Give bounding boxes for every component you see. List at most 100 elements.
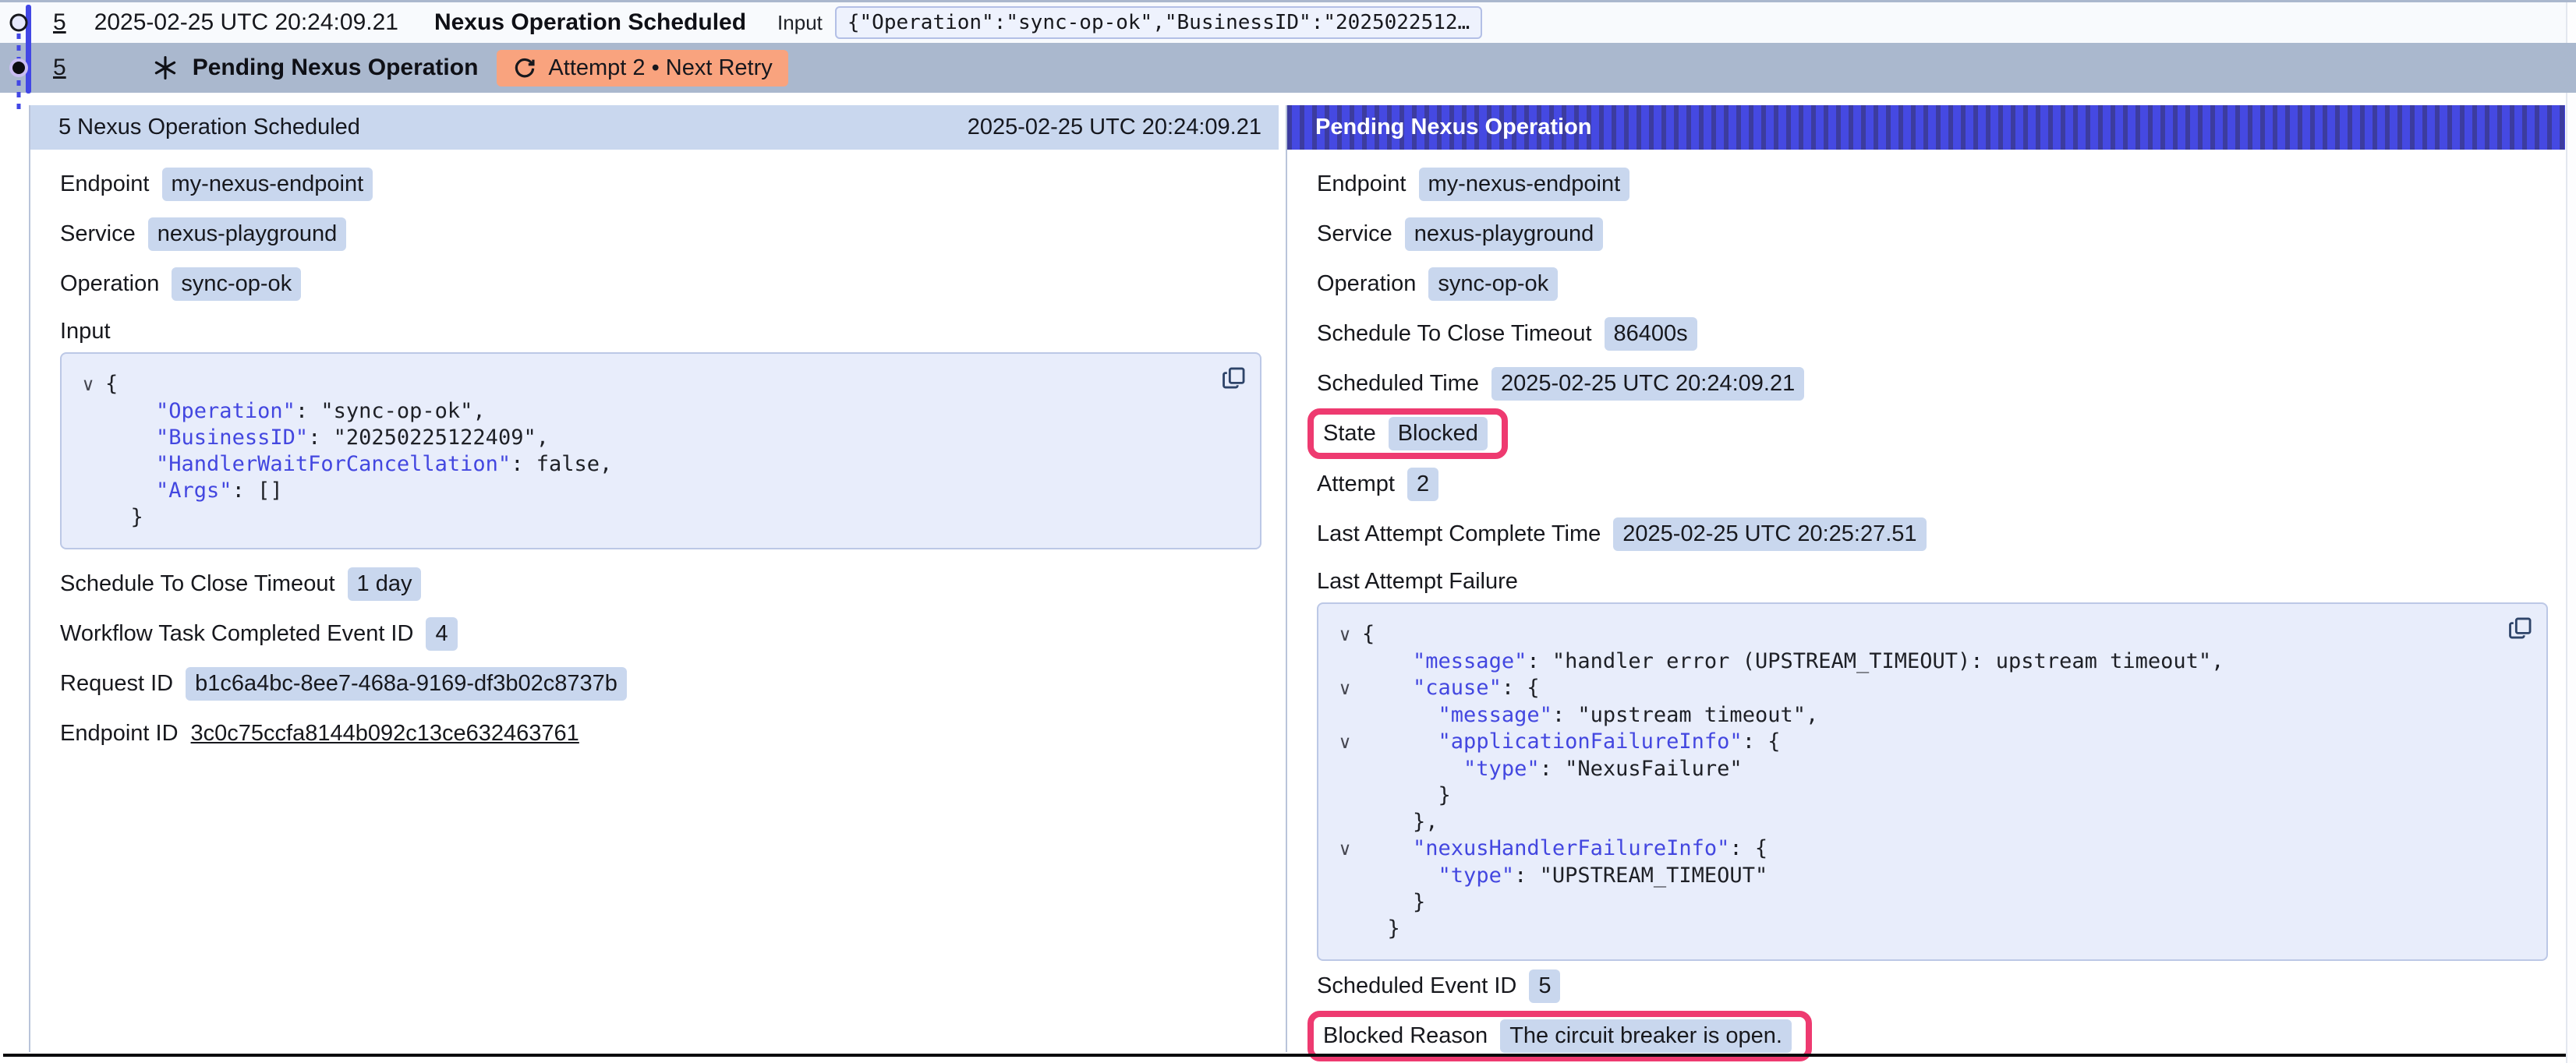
left-panel-header[interactable]: 5 Nexus Operation Scheduled 2025-02-25 U… bbox=[30, 105, 1279, 150]
chevron-down-icon[interactable]: ∨ bbox=[1339, 625, 1352, 645]
code-line-text: { bbox=[105, 371, 118, 398]
field-label-schedule-to-close-timeout: Schedule To Close Timeout bbox=[60, 571, 335, 597]
field-value-scheduled-event-id: 5 bbox=[1529, 969, 1560, 1003]
field-value-endpoint: my-nexus-endpoint bbox=[162, 168, 373, 201]
code-line-text: { bbox=[1362, 621, 1375, 648]
copy-icon[interactable] bbox=[1221, 365, 1247, 391]
field-label-endpoint-id: Endpoint ID bbox=[60, 721, 179, 747]
code-line-gutter: ∨ bbox=[71, 371, 105, 398]
field-value-state: Blocked bbox=[1389, 417, 1488, 450]
bottom-border bbox=[3, 1054, 2566, 1057]
code-line: "Args": [] bbox=[71, 478, 1213, 504]
field-value-operation: sync-op-ok bbox=[1428, 267, 1558, 301]
code-line-gutter bbox=[1328, 756, 1362, 782]
field-row-schedule-to-close-timeout: Schedule To Close Timeout1 day bbox=[60, 559, 1261, 609]
field-value-request-id: b1c6a4bc-8ee7-468a-9169-df3b02c8737b bbox=[186, 667, 627, 701]
field-row-endpoint-id: Endpoint ID 3c0c75ccfa8144b092c13ce632463… bbox=[60, 708, 1261, 758]
chevron-down-icon[interactable]: ∨ bbox=[1339, 679, 1352, 699]
annotation-highlight-state: StateBlocked bbox=[1307, 408, 1508, 459]
event-id-link[interactable]: 5 bbox=[53, 9, 66, 36]
input-json-viewer: ∨{ "Operation": "sync-op-ok", "BusinessI… bbox=[60, 352, 1261, 549]
code-line-text: "Operation": "sync-op-ok", bbox=[105, 398, 486, 425]
event-row-nexus-operation-scheduled[interactable]: 5 2025-02-25 UTC 20:24:09.21 Nexus Opera… bbox=[0, 2, 2566, 43]
pending-operation-panel: Pending Nexus Operation Endpoint my-nexus… bbox=[1286, 105, 2565, 1052]
field-value-operation: sync-op-ok bbox=[172, 267, 301, 301]
left-panel-timestamp: 2025-02-25 UTC 20:24:09.21 bbox=[968, 115, 1261, 140]
field-value-last-attempt-complete-time: 2025-02-25 UTC 20:25:27.51 bbox=[1613, 517, 1926, 551]
field-value-scheduled-time: 2025-02-25 UTC 20:24:09.21 bbox=[1491, 367, 1804, 401]
code-line-text: }, bbox=[1362, 809, 1438, 835]
retry-attempt-badge: Attempt 2 • Next Retry bbox=[497, 50, 787, 87]
field-row-endpoint: Endpoint my-nexus-endpoint bbox=[1317, 159, 2548, 209]
event-row-pending-nexus-operation[interactable]: 5 Pending Nexus Operation Attempt 2 • Ne… bbox=[0, 43, 2576, 93]
field-label-workflow-task-completed-event-id: Workflow Task Completed Event ID bbox=[60, 621, 413, 647]
field-value-endpoint: my-nexus-endpoint bbox=[1419, 168, 1630, 201]
active-range-bar bbox=[26, 5, 31, 94]
field-row-service: Servicenexus-playground bbox=[1317, 209, 2548, 259]
code-line: "type": "UPSTREAM_TIMEOUT" bbox=[1328, 863, 2500, 889]
code-line-text: } bbox=[1362, 782, 1451, 809]
field-value-service: nexus-playground bbox=[1405, 217, 1604, 251]
event-detail-area: 5 Nexus Operation Scheduled 2025-02-25 U… bbox=[29, 105, 2565, 1052]
field-label-operation: Operation bbox=[60, 271, 159, 297]
code-line-gutter: ∨ bbox=[1328, 729, 1362, 756]
code-line-gutter: ∨ bbox=[1328, 675, 1362, 702]
field-label-request-id: Request ID bbox=[60, 671, 173, 697]
code-line-gutter bbox=[1328, 916, 1362, 942]
code-line-gutter bbox=[1328, 782, 1362, 809]
code-line: "type": "NexusFailure" bbox=[1328, 756, 2500, 782]
code-line-gutter bbox=[1328, 648, 1362, 675]
code-line: "message": "handler error (UPSTREAM_TIME… bbox=[1328, 648, 2500, 675]
field-value-endpoint-id[interactable]: 3c0c75ccfa8144b092c13ce632463761 bbox=[191, 721, 579, 747]
code-line: } bbox=[1328, 782, 2500, 809]
code-line: "message": "upstream timeout", bbox=[1328, 702, 2500, 729]
chevron-down-icon[interactable]: ∨ bbox=[82, 375, 95, 395]
code-line-text: "BusinessID": "20250225122409", bbox=[105, 425, 549, 451]
retry-badge-label: Attempt 2 • Next Retry bbox=[548, 55, 772, 81]
event-title: Nexus Operation Scheduled bbox=[434, 9, 746, 36]
code-line-gutter bbox=[71, 504, 105, 531]
code-line: } bbox=[1328, 889, 2500, 916]
code-line: ∨{ bbox=[71, 371, 1213, 398]
event-id-link[interactable]: 5 bbox=[53, 55, 66, 81]
code-line: ∨{ bbox=[1328, 621, 2500, 648]
code-line-text: "type": "UPSTREAM_TIMEOUT" bbox=[1362, 863, 1767, 889]
code-line-text: "message": "upstream timeout", bbox=[1362, 702, 1818, 729]
code-line-gutter bbox=[71, 451, 105, 478]
failure-section-label: Last Attempt Failure bbox=[1317, 563, 2548, 599]
code-line: "Operation": "sync-op-ok", bbox=[71, 398, 1213, 425]
code-line-gutter bbox=[71, 398, 105, 425]
field-label-last-attempt-complete-time: Last Attempt Complete Time bbox=[1317, 521, 1601, 547]
code-line: ∨ "applicationFailureInfo": { bbox=[1328, 729, 2500, 756]
code-line-gutter bbox=[1328, 863, 1362, 889]
field-row-state: StateBlocked bbox=[1317, 408, 2548, 459]
event-title: Pending Nexus Operation bbox=[193, 55, 479, 81]
chevron-down-icon[interactable]: ∨ bbox=[1339, 733, 1352, 753]
code-line: ∨ "cause": { bbox=[1328, 675, 2500, 702]
code-line-gutter bbox=[71, 478, 105, 504]
code-line-text: } bbox=[105, 504, 143, 531]
field-label-schedule-to-close-timeout: Schedule To Close Timeout bbox=[1317, 321, 1592, 347]
pending-event-marker-icon bbox=[12, 62, 25, 74]
field-value-attempt: 2 bbox=[1407, 468, 1438, 501]
retry-icon bbox=[512, 55, 537, 80]
scheduled-event-marker-icon bbox=[11, 15, 27, 30]
field-row-attempt: Attempt 2 bbox=[1317, 459, 2548, 509]
field-value-schedule-to-close-timeout: 86400s bbox=[1605, 317, 1697, 351]
field-label-attempt: Attempt bbox=[1317, 471, 1395, 497]
field-value-service: nexus-playground bbox=[148, 217, 347, 251]
right-panel-title: Pending Nexus Operation bbox=[1315, 115, 1592, 140]
failure-json-viewer: ∨{ "message": "handler error (UPSTREAM_T… bbox=[1317, 602, 2548, 961]
scrollbar-track[interactable] bbox=[2566, 2, 2576, 1063]
code-line-gutter bbox=[71, 425, 105, 451]
code-line-gutter bbox=[1328, 889, 1362, 916]
field-row-scheduled-time: Scheduled Time2025-02-25 UTC 20:24:09.21 bbox=[1317, 358, 2548, 408]
field-label-endpoint: Endpoint bbox=[1317, 171, 1407, 197]
field-label-service: Service bbox=[60, 221, 136, 247]
code-line: } bbox=[1328, 916, 2500, 942]
right-panel-header: Pending Nexus Operation bbox=[1287, 105, 2565, 150]
copy-icon[interactable] bbox=[2507, 615, 2534, 641]
chevron-down-icon[interactable]: ∨ bbox=[1339, 839, 1352, 860]
field-value-workflow-task-completed-event-id: 4 bbox=[426, 617, 457, 651]
code-line-text: "cause": { bbox=[1362, 675, 1540, 702]
